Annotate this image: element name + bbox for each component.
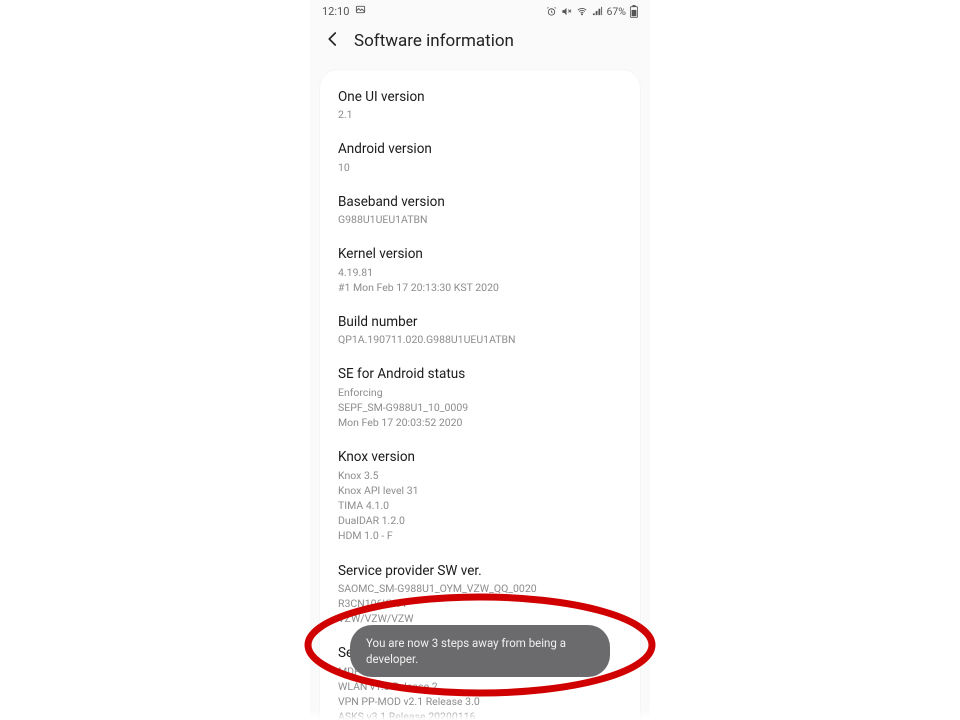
- row-build-number[interactable]: Build number QP1A.190711.020.G988U1UEU1A…: [320, 303, 640, 355]
- row-knox[interactable]: Knox version Knox 3.5 Knox API level 31 …: [320, 438, 640, 551]
- row-value: Enforcing SEPF_SM-G988U1_10_0009 Mon Feb…: [338, 385, 622, 431]
- row-label: SE for Android status: [338, 365, 622, 383]
- row-service-provider[interactable]: Service provider SW ver. SAOMC_SM-G988U1…: [320, 552, 640, 635]
- row-one-ui[interactable]: One UI version 2.1: [320, 78, 640, 130]
- row-value: 4.19.81 #1 Mon Feb 17 20:13:30 KST 2020: [338, 265, 622, 295]
- battery-icon: [630, 5, 638, 18]
- row-baseband[interactable]: Baseband version G988U1UEU1ATBN: [320, 183, 640, 235]
- battery-percent: 67%: [607, 5, 627, 18]
- toast-message: You are now 3 steps away from being a de…: [366, 636, 566, 666]
- developer-toast: You are now 3 steps away from being a de…: [350, 625, 610, 677]
- row-label: Service provider SW ver.: [338, 562, 622, 580]
- bottom-fade: [310, 710, 650, 720]
- row-label: Build number: [338, 313, 622, 331]
- row-value: SAOMC_SM-G988U1_OYM_VZW_QQ_0020 R3CN106K…: [338, 581, 622, 627]
- row-label: Baseband version: [338, 193, 622, 211]
- row-value: 2.1: [338, 107, 622, 122]
- title-bar: Software information: [310, 22, 650, 62]
- row-label: One UI version: [338, 88, 622, 106]
- back-icon[interactable]: [324, 30, 342, 52]
- status-bar: 12:10 67%: [310, 0, 650, 22]
- page-title: Software information: [354, 31, 514, 51]
- signal-icon: [592, 6, 603, 17]
- row-value: G988U1UEU1ATBN: [338, 212, 622, 227]
- row-kernel[interactable]: Kernel version 4.19.81 #1 Mon Feb 17 20:…: [320, 235, 640, 303]
- row-value: 10: [338, 160, 622, 175]
- screenshot-icon: [355, 4, 366, 18]
- alarm-icon: [546, 6, 557, 17]
- row-android-version[interactable]: Android version 10: [320, 130, 640, 182]
- row-label: Android version: [338, 140, 622, 158]
- row-value: Knox 3.5 Knox API level 31 TIMA 4.1.0 Du…: [338, 468, 622, 544]
- row-se-android[interactable]: SE for Android status Enforcing SEPF_SM-…: [320, 355, 640, 438]
- phone-screen: 12:10 67% Sof: [310, 0, 650, 720]
- mute-icon: [561, 6, 572, 17]
- status-time: 12:10: [322, 5, 349, 18]
- wifi-icon: [576, 6, 588, 17]
- row-label: Knox version: [338, 448, 622, 466]
- row-label: Kernel version: [338, 245, 622, 263]
- row-value: QP1A.190711.020.G988U1UEU1ATBN: [338, 332, 622, 347]
- settings-panel: One UI version 2.1 Android version 10 Ba…: [320, 70, 640, 720]
